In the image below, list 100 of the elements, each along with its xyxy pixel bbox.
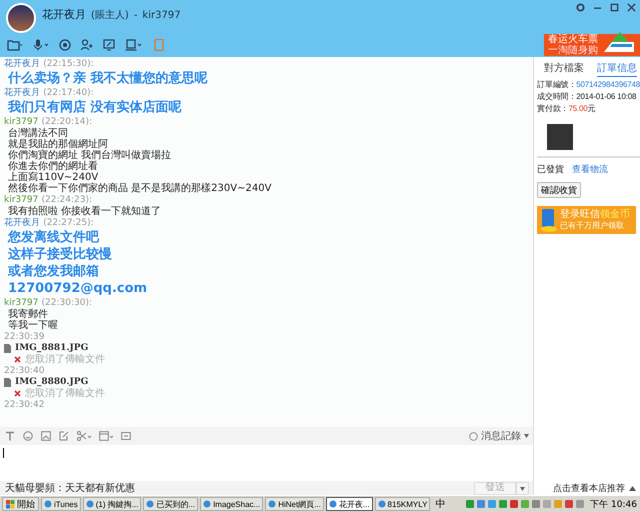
promo-highlight: 领金币 [600,209,630,221]
sender-name: 花开夜月 [4,59,40,69]
message-text: 12700792@qq.com [7,280,148,297]
sender-name: 花开夜月 [4,218,40,228]
taskbar-item[interactable]: ImageShac... [200,497,264,511]
recommend-link[interactable]: 点击查看本店推荐 [553,482,625,494]
taskbar-item[interactable]: HiNet網頁... [265,497,324,511]
send-options-button[interactable] [516,482,530,494]
message-time: (22:24:23): [42,195,92,205]
monitor-icon[interactable] [125,39,143,51]
paid-label: 實付款： [537,104,568,113]
confirm-button[interactable]: 確認收貨 [537,182,582,198]
file-name: IMG_8880.JPG [15,377,88,388]
message-text: 你們淘寶的網址 我們台灣叫做賣場拉 [7,150,172,161]
message-text: 就是我貼的那個網址阿 [7,139,108,150]
cancel-icon [14,390,21,397]
scissors-icon[interactable] [77,431,91,441]
message-text: 这样子接受比较慢 [7,246,113,263]
avatar-photo [6,3,36,33]
history-button[interactable]: 消息記錄 [469,429,530,443]
close-icon[interactable] [627,3,636,12]
shipping-status: 已發貨 [537,164,564,176]
message-text: 等我一下喔 [7,320,59,331]
order-number-label: 訂單編號： [537,80,576,89]
app-icon [203,500,212,508]
app-icon [378,500,386,508]
phone-coins-icon [540,207,558,233]
message-text: 然後你看一下你們家的商品 是不是我講的那樣230V~240V [7,183,272,194]
message-text: 我们只有网店 没有实体店面呢 [6,99,183,116]
message-text: 我寄郵件 [7,309,49,320]
phone-icon[interactable] [153,39,165,51]
settings-icon[interactable] [576,3,585,12]
sender-name: kir3797 [4,298,38,308]
message-time: (22:15:30): [43,59,94,69]
folder-icon[interactable] [7,39,23,51]
screen-icon[interactable] [121,431,131,441]
panel-tab[interactable]: 對方檔案 [544,61,584,77]
emoji-icon[interactable] [23,431,33,441]
file-icon [4,378,11,387]
font-icon[interactable] [5,431,15,441]
message-time: 22:30:42 [4,399,46,411]
message-time: 22:30:39 [4,331,46,343]
contact-name: 花开夜月 [42,7,86,22]
dropdown-icon [520,487,526,491]
sender-name: 花开夜月 [4,88,40,98]
order-time: 2014-01-06 10:08 [576,92,636,101]
panel-tab[interactable]: 訂單信息 [597,61,637,77]
app-icon [44,500,52,508]
screen-share-icon[interactable] [103,39,115,51]
order-number: 507142984396748 [576,80,640,89]
app-icon [328,500,337,508]
taskbar-item[interactable]: 815KMYLY [374,497,430,511]
promo-subtitle: 已有千万用户领取 [560,221,626,231]
start-button[interactable]: 開始 [2,497,39,511]
edit-icon[interactable] [59,431,69,441]
app-icon [86,500,94,508]
message-time: (22:30:30): [42,298,92,308]
sender-name: kir3797 [4,117,38,127]
sender-name: kir3797 [4,195,38,205]
taskbar-item[interactable]: 已买到的... [143,497,198,511]
microphone-icon[interactable] [33,39,49,51]
taskbar-item[interactable]: (1) 掏鍵掏... [82,497,142,511]
message-time: (22:27:25): [43,218,94,228]
account-name: kir3797 [142,10,181,21]
paid-amount: 75.00 [568,104,588,113]
message-text: 上面寫110V~240V [7,172,100,183]
message-text: 什么卖场？亲 我不太懂您的意思呢 [6,70,209,87]
message-time: (22:17:40): [43,88,94,98]
transfer-status: 您取消了傳輸文件 [25,388,105,399]
contact-role: (賬主人) [91,8,129,22]
input-method-indicator[interactable]: 中 [435,497,446,511]
image-icon[interactable] [41,431,51,441]
app-icon [268,500,276,508]
clock: 下午 10:46 [590,498,637,510]
file-icon [4,344,11,353]
message-text: 你進去你們的網址看 [7,161,99,172]
transfer-status: 您取消了傳輸文件 [25,354,105,365]
cancel-icon [14,356,21,363]
dropdown-icon [524,434,530,438]
message-text: 我有拍照啦 你接收看一下就知道了 [7,206,162,217]
file-name: IMG_8881.JPG [15,343,88,354]
banner-subtitle: 一淘随身购 [548,45,599,56]
app-icon [146,500,154,508]
separator: - [134,10,138,21]
taskbar-item[interactable]: iTunes [41,497,81,511]
currency: 元 [587,104,596,113]
expand-icon[interactable] [629,486,636,490]
message-time: (22:20:14): [42,117,92,127]
message-time: 22:30:40 [4,365,46,377]
banner-title: 春运火车票 [548,34,599,45]
tracking-link[interactable]: 查看物流 [572,163,608,176]
windows-logo-icon [6,500,15,508]
message-text: 台灣講法不同 [7,128,69,139]
promo-banner[interactable]: 春运火车票 一淘随身购 [544,34,640,56]
taskbar-item[interactable]: 花开夜... [326,497,373,511]
promo-notice[interactable]: 天貓母嬰頻：天天都有新优惠 [5,481,135,495]
promo-title: 登录旺信 [560,209,600,221]
order-time-label: 成交時間： [537,92,576,101]
message-text: 您发离线文件吧 [6,229,100,246]
maximize-icon[interactable] [610,3,619,12]
